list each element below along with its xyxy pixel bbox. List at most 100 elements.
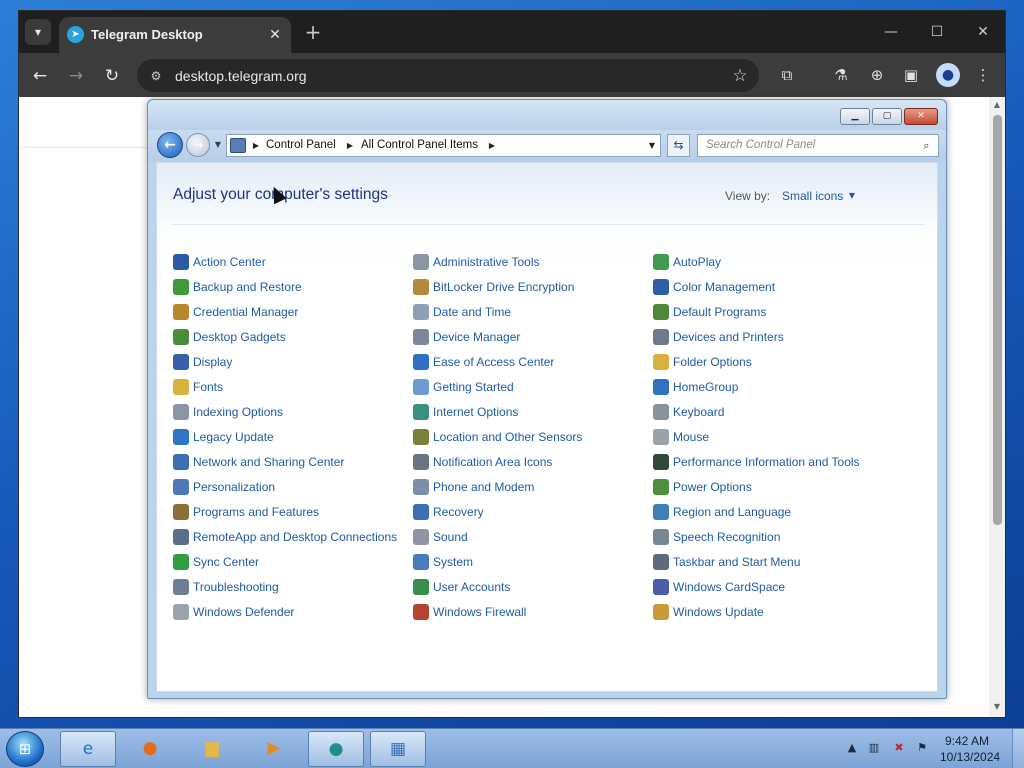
breadcrumb-arrow-icon[interactable]: ▶ (345, 139, 355, 153)
cp-back-icon[interactable]: ← (157, 132, 183, 158)
taskbar-control-panel-icon[interactable]: ▦ (370, 731, 426, 767)
tab-telegram-desktop[interactable]: ➤ Telegram Desktop ✕ (59, 17, 291, 53)
side-panel-icon[interactable]: ▣ (899, 63, 923, 87)
cp-item[interactable]: Internet Options (413, 402, 653, 427)
recent-pages-chevron-icon[interactable]: ▼ (212, 139, 224, 151)
cp-forward-icon[interactable]: → (186, 133, 210, 157)
page-scrollbar[interactable]: ▲ ▼ (989, 97, 1005, 717)
cp-search-input[interactable]: Search Control Panel ⌕ (697, 134, 939, 157)
view-by-chevron-icon[interactable]: ▼ (847, 190, 857, 202)
show-desktop-button[interactable] (1012, 729, 1024, 768)
site-info-icon[interactable]: ⚙ (147, 67, 165, 85)
cp-item[interactable]: Desktop Gadgets (173, 327, 413, 352)
cp-item[interactable]: Notification Area Icons (413, 452, 653, 477)
downloads-icon[interactable]: ⊕ (865, 63, 889, 87)
cp-close-icon[interactable]: ✕ (904, 108, 938, 125)
cp-item[interactable]: System (413, 552, 653, 577)
breadcrumb-all-items[interactable]: All Control Panel Items (361, 139, 478, 151)
control-panel-titlebar[interactable]: ▁ ▢ ✕ (148, 100, 946, 130)
cp-item[interactable]: Network and Sharing Center (173, 452, 413, 477)
cp-item[interactable]: Default Programs (653, 302, 893, 327)
cp-item[interactable]: Taskbar and Start Menu (653, 552, 893, 577)
cp-item[interactable]: BitLocker Drive Encryption (413, 277, 653, 302)
cp-item[interactable]: Administrative Tools (413, 252, 653, 277)
cp-item[interactable]: AutoPlay (653, 252, 893, 277)
cp-item[interactable]: Phone and Modem (413, 477, 653, 502)
cp-item[interactable]: RemoteApp and Desktop Connections (173, 527, 413, 552)
reload-icon[interactable]: ↻ (99, 63, 125, 89)
cp-item[interactable]: Windows Update (653, 602, 893, 627)
bookmark-star-icon[interactable]: ☆ (729, 65, 751, 87)
cp-item[interactable]: Windows Defender (173, 602, 413, 627)
close-window-icon[interactable]: ✕ (969, 21, 997, 43)
profile-avatar-icon[interactable]: ● (936, 63, 960, 87)
cp-refresh-icon[interactable]: ⇆ (667, 134, 690, 157)
clock-time[interactable]: 9:42 AM (945, 734, 989, 748)
cp-item[interactable]: Indexing Options (173, 402, 413, 427)
cp-item[interactable]: Location and Other Sensors (413, 427, 653, 452)
new-tab-plus-icon[interactable]: + (301, 21, 325, 45)
cp-maximize-icon[interactable]: ▢ (872, 108, 902, 125)
tab-close-icon[interactable]: ✕ (265, 25, 285, 45)
cp-item[interactable]: Performance Information and Tools (653, 452, 893, 477)
cp-item[interactable]: Region and Language (653, 502, 893, 527)
action-center-flag-icon[interactable]: ⚑ (914, 740, 930, 756)
cp-item[interactable]: Windows CardSpace (653, 577, 893, 602)
cp-item[interactable]: Recovery (413, 502, 653, 527)
cp-item[interactable]: Programs and Features (173, 502, 413, 527)
cp-item[interactable]: Fonts (173, 377, 413, 402)
extensions-puzzle-icon[interactable]: ⧉ (775, 63, 799, 87)
clock-date[interactable]: 10/13/2024 (940, 750, 1000, 764)
taskbar-firefox-icon[interactable]: ● (122, 731, 178, 767)
volume-muted-icon[interactable]: ✖ (891, 740, 907, 756)
cp-item[interactable]: Troubleshooting (173, 577, 413, 602)
cp-item[interactable]: Sync Center (173, 552, 413, 577)
cp-item[interactable]: Keyboard (653, 402, 893, 427)
cp-item[interactable]: Power Options (653, 477, 893, 502)
cp-item[interactable]: Display (173, 352, 413, 377)
breadcrumb-arrow-icon[interactable]: ▶ (251, 139, 261, 153)
scroll-up-icon[interactable]: ▲ (991, 99, 1003, 111)
cp-item[interactable]: Getting Started (413, 377, 653, 402)
cp-item[interactable]: Windows Firewall (413, 602, 653, 627)
taskbar-media-player-icon[interactable]: ▶ (246, 731, 302, 767)
breadcrumb-control-panel[interactable]: Control Panel (266, 139, 336, 151)
cp-address-bar[interactable]: ▶ Control Panel ▶ All Control Panel Item… (226, 134, 661, 157)
taskbar-explorer-folder-icon[interactable]: ▆ (184, 731, 240, 767)
view-by-dropdown[interactable]: Small icons (782, 189, 843, 203)
start-button-icon[interactable]: ⊞ (6, 731, 44, 767)
address-bar[interactable]: ⚙ desktop.telegram.org ☆ (137, 59, 759, 92)
network-tray-icon[interactable]: ▥ (866, 740, 882, 756)
cp-item[interactable]: HomeGroup (653, 377, 893, 402)
cp-item[interactable]: Color Management (653, 277, 893, 302)
cp-item[interactable]: Device Manager (413, 327, 653, 352)
cp-item[interactable]: Devices and Printers (653, 327, 893, 352)
cp-item[interactable]: Ease of Access Center (413, 352, 653, 377)
cp-minimize-icon[interactable]: ▁ (840, 108, 870, 125)
cp-item[interactable]: Mouse (653, 427, 893, 452)
cp-item[interactable]: Folder Options (653, 352, 893, 377)
cp-item[interactable]: Legacy Update (173, 427, 413, 452)
maximize-icon[interactable]: ☐ (923, 21, 951, 43)
taskbar-chrome-icon[interactable]: ● (308, 731, 364, 767)
labs-flask-icon[interactable]: ⚗ (829, 63, 853, 87)
scroll-down-icon[interactable]: ▼ (991, 701, 1003, 713)
cp-item[interactable]: Date and Time (413, 302, 653, 327)
search-icon[interactable]: ⌕ (919, 138, 934, 153)
tab-search-chevron-icon[interactable]: ▾ (25, 19, 51, 45)
cp-item[interactable]: User Accounts (413, 577, 653, 602)
cp-item[interactable]: Sound (413, 527, 653, 552)
cp-item[interactable]: Speech Recognition (653, 527, 893, 552)
show-hidden-icons-chevron-icon[interactable]: ▲ (844, 740, 860, 756)
cp-item[interactable]: Action Center (173, 252, 413, 277)
cp-item[interactable]: Credential Manager (173, 302, 413, 327)
scroll-thumb[interactable] (993, 115, 1002, 525)
forward-arrow-icon[interactable]: → (63, 63, 89, 89)
menu-kebab-icon[interactable]: ⋮ (971, 63, 995, 87)
cp-item[interactable]: Backup and Restore (173, 277, 413, 302)
address-dropdown-icon[interactable]: ▼ (646, 139, 658, 153)
taskbar-internet-explorer-icon[interactable]: e (60, 731, 116, 767)
breadcrumb-arrow-icon[interactable]: ▶ (487, 139, 497, 153)
cp-item[interactable]: Personalization (173, 477, 413, 502)
back-arrow-icon[interactable]: ← (27, 63, 53, 89)
